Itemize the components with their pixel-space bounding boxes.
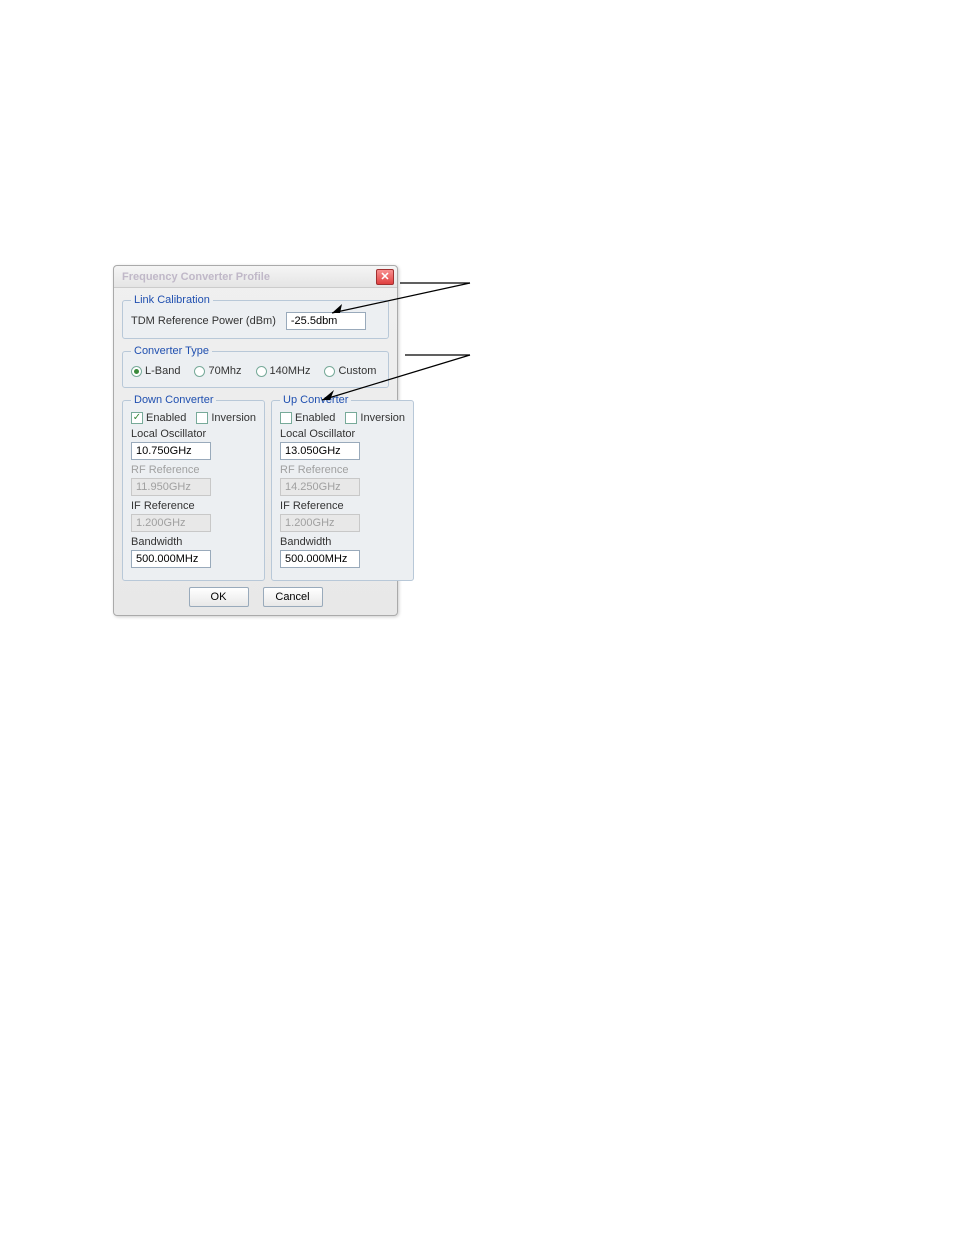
radio-icon bbox=[256, 366, 267, 377]
down-enabled-checkbox[interactable]: ✓ Enabled bbox=[131, 412, 186, 424]
up-converter-group: Up Converter Enabled Inversion Local Osc… bbox=[271, 394, 414, 581]
radio-70mhz[interactable]: 70Mhz bbox=[194, 365, 241, 377]
up-lo-input[interactable] bbox=[280, 442, 360, 460]
radio-lband-label: L-Band bbox=[145, 365, 180, 377]
up-lo-label: Local Oscillator bbox=[280, 428, 405, 440]
down-inversion-label: Inversion bbox=[211, 412, 256, 424]
radio-icon bbox=[194, 366, 205, 377]
checkbox-icon bbox=[345, 412, 357, 424]
up-if-input bbox=[280, 514, 360, 532]
up-inversion-checkbox[interactable]: Inversion bbox=[345, 412, 405, 424]
up-rf-input bbox=[280, 478, 360, 496]
down-bw-input[interactable] bbox=[131, 550, 211, 568]
frequency-converter-dialog: Frequency Converter Profile ✕ Link Calib… bbox=[113, 265, 398, 616]
down-if-input bbox=[131, 514, 211, 532]
radio-icon bbox=[324, 366, 335, 377]
up-enabled-label: Enabled bbox=[295, 412, 335, 424]
down-if-label: IF Reference bbox=[131, 500, 256, 512]
down-inversion-checkbox[interactable]: Inversion bbox=[196, 412, 256, 424]
tdm-reference-input[interactable] bbox=[286, 312, 366, 330]
down-converter-group: Down Converter ✓ Enabled Inversion Local… bbox=[122, 394, 265, 581]
radio-70mhz-label: 70Mhz bbox=[208, 365, 241, 377]
cancel-button[interactable]: Cancel bbox=[263, 587, 323, 607]
dialog-body: Link Calibration TDM Reference Power (dB… bbox=[114, 288, 397, 615]
down-lo-label: Local Oscillator bbox=[131, 428, 256, 440]
radio-icon bbox=[131, 366, 142, 377]
close-button[interactable]: ✕ bbox=[376, 269, 394, 285]
up-if-label: IF Reference bbox=[280, 500, 405, 512]
radio-140mhz-label: 140MHz bbox=[270, 365, 311, 377]
radio-custom[interactable]: Custom bbox=[324, 365, 376, 377]
up-converter-legend: Up Converter bbox=[280, 394, 351, 406]
radio-custom-label: Custom bbox=[338, 365, 376, 377]
down-enabled-label: Enabled bbox=[146, 412, 186, 424]
up-bw-label: Bandwidth bbox=[280, 536, 405, 548]
down-bw-label: Bandwidth bbox=[131, 536, 256, 548]
up-bw-input[interactable] bbox=[280, 550, 360, 568]
close-icon: ✕ bbox=[380, 270, 389, 283]
ok-button[interactable]: OK bbox=[189, 587, 249, 607]
up-inversion-label: Inversion bbox=[360, 412, 405, 424]
down-lo-input[interactable] bbox=[131, 442, 211, 460]
down-rf-label: RF Reference bbox=[131, 464, 256, 476]
up-rf-label: RF Reference bbox=[280, 464, 405, 476]
radio-140mhz[interactable]: 140MHz bbox=[256, 365, 311, 377]
checkbox-icon: ✓ bbox=[131, 412, 143, 424]
tdm-reference-label: TDM Reference Power (dBm) bbox=[131, 315, 276, 327]
checkbox-icon bbox=[196, 412, 208, 424]
up-enabled-checkbox[interactable]: Enabled bbox=[280, 412, 335, 424]
link-calibration-legend: Link Calibration bbox=[131, 294, 213, 306]
dialog-title: Frequency Converter Profile bbox=[122, 271, 270, 283]
converter-type-legend: Converter Type bbox=[131, 345, 212, 357]
down-rf-input bbox=[131, 478, 211, 496]
down-converter-legend: Down Converter bbox=[131, 394, 216, 406]
titlebar[interactable]: Frequency Converter Profile ✕ bbox=[114, 266, 397, 288]
converter-type-group: Converter Type L-Band 70Mhz 140MHz Custo… bbox=[122, 345, 389, 388]
link-calibration-group: Link Calibration TDM Reference Power (dB… bbox=[122, 294, 389, 339]
checkbox-icon bbox=[280, 412, 292, 424]
radio-lband[interactable]: L-Band bbox=[131, 365, 180, 377]
